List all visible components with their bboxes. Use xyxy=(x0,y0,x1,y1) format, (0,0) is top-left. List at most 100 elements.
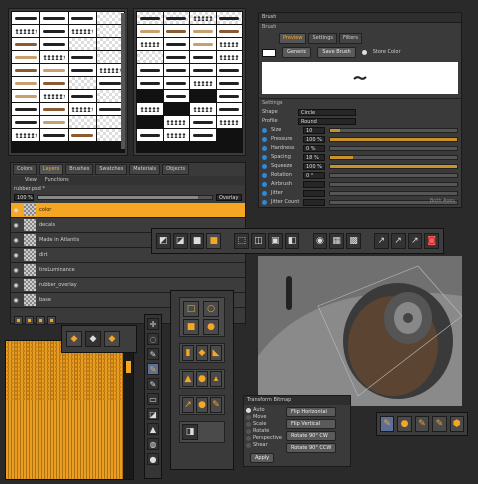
brush-thumb[interactable] xyxy=(137,129,163,141)
brush-thumb[interactable] xyxy=(163,77,189,89)
brush-thumb[interactable] xyxy=(137,103,163,115)
brush-thumb[interactable] xyxy=(12,77,40,89)
brush-thumb[interactable] xyxy=(96,129,124,141)
color-swatch[interactable] xyxy=(262,48,276,57)
param-value[interactable]: 100 % xyxy=(303,136,325,143)
brush-thumb[interactable] xyxy=(163,116,189,128)
blur-icon[interactable]: ● xyxy=(196,397,208,413)
viewport-3d[interactable] xyxy=(258,256,462,406)
param-toggle-icon[interactable] xyxy=(262,137,267,142)
rotate-ccw-button[interactable]: Rotate 90° CCW xyxy=(286,443,337,453)
smudge-icon[interactable]: ↗ xyxy=(373,233,389,249)
sharpen-icon[interactable]: ✎ xyxy=(210,397,222,413)
paint-brush-icon[interactable]: ✎ xyxy=(380,416,395,432)
stamp-icon[interactable]: ▲ xyxy=(147,423,159,435)
brush-thumb[interactable] xyxy=(68,103,96,115)
brush-thumb[interactable] xyxy=(40,129,68,141)
param-toggle-icon[interactable] xyxy=(262,155,267,160)
param-toggle-icon[interactable] xyxy=(262,191,267,196)
brush-thumb[interactable] xyxy=(137,38,163,50)
blend-mode-select[interactable]: Overlay xyxy=(216,194,242,201)
brush-thumb[interactable] xyxy=(40,12,68,24)
eye-icon[interactable]: ◉ xyxy=(11,267,21,274)
brush-thumb[interactable] xyxy=(190,90,216,102)
brush-thumb[interactable] xyxy=(40,38,68,50)
drop-icon[interactable]: ● xyxy=(147,453,159,465)
eraser-icon[interactable]: ▭ xyxy=(147,393,159,405)
tab-settings[interactable]: Settings xyxy=(308,33,337,44)
brush-thumb[interactable] xyxy=(40,64,68,76)
param-toggle-icon[interactable] xyxy=(262,164,267,169)
circle-shape-icon[interactable]: ○ xyxy=(203,301,219,317)
smudge-icon[interactable]: ↗ xyxy=(182,397,194,413)
brush-thumb[interactable] xyxy=(68,25,96,37)
param-slider[interactable] xyxy=(329,173,458,178)
brush-thumb[interactable] xyxy=(137,90,163,102)
gradient-angle-icon[interactable]: ◣ xyxy=(210,345,222,361)
cube-icon[interactable]: ◆ xyxy=(85,331,101,347)
fill-tool-icon[interactable]: ■ xyxy=(189,233,205,249)
brush-thumb[interactable] xyxy=(190,77,216,89)
eye-icon[interactable]: ◉ xyxy=(11,282,21,289)
brush-thumb[interactable] xyxy=(190,25,216,37)
brush-thumb[interactable] xyxy=(68,129,96,141)
param-toggle-icon[interactable] xyxy=(262,128,267,133)
shape-select[interactable]: Circle xyxy=(298,109,356,116)
radio-icon[interactable] xyxy=(246,415,251,420)
tab-preview[interactable]: Preview xyxy=(279,33,307,44)
param-value[interactable]: 18 % xyxy=(303,154,325,161)
cube-icon[interactable]: ◆ xyxy=(104,331,120,347)
tab-colors[interactable]: Colors xyxy=(13,164,37,175)
menu-functions[interactable]: Functions xyxy=(45,177,69,184)
brush-thumb[interactable] xyxy=(137,25,163,37)
save-brush-button[interactable]: Save Brush xyxy=(317,47,356,58)
brush-thumb[interactable] xyxy=(137,64,163,76)
brush-thumb[interactable] xyxy=(216,64,242,76)
brush-thumb[interactable] xyxy=(40,77,68,89)
brush-thumbnail-grid[interactable] xyxy=(11,11,125,153)
param-slider[interactable] xyxy=(329,128,458,133)
brush-thumb[interactable] xyxy=(12,25,40,37)
brush-thumb[interactable] xyxy=(163,64,189,76)
param-slider[interactable] xyxy=(329,191,458,196)
brush-thumb[interactable] xyxy=(137,12,163,24)
transform-option[interactable]: Perspective xyxy=(246,435,286,442)
brush-thumb[interactable] xyxy=(12,64,40,76)
smudge-tool-icon[interactable]: ◍ xyxy=(147,438,159,450)
transform-option[interactable]: Move xyxy=(246,414,286,421)
paint-brush-icon[interactable]: ✎ xyxy=(147,363,159,375)
opacity-field[interactable]: 100 % xyxy=(14,194,34,201)
brush-thumb[interactable] xyxy=(12,90,40,102)
param-value[interactable] xyxy=(303,181,325,188)
radio-icon[interactable] xyxy=(246,436,251,441)
brush-thumb[interactable] xyxy=(96,25,124,37)
apply-button[interactable]: Apply xyxy=(250,453,275,463)
param-toggle-icon[interactable] xyxy=(262,173,267,178)
brush-thumb[interactable] xyxy=(96,103,124,115)
brush-thumb[interactable] xyxy=(68,64,96,76)
clone-icon[interactable]: ↗ xyxy=(390,233,406,249)
brush-thumb[interactable] xyxy=(216,12,242,24)
param-slider[interactable] xyxy=(329,164,458,169)
tab-brushes[interactable]: Brushes xyxy=(65,164,94,175)
bucket-icon[interactable]: ◪ xyxy=(147,408,159,420)
brush-thumb[interactable] xyxy=(40,90,68,102)
brush-thumb[interactable] xyxy=(12,12,40,24)
layer-row[interactable]: ◉ tireLuminance xyxy=(11,263,245,278)
profile-select[interactable]: Round xyxy=(298,118,356,125)
store-color-radio[interactable] xyxy=(361,50,367,55)
rect-shape-icon[interactable]: □ xyxy=(183,301,199,317)
brush-thumb[interactable] xyxy=(216,129,242,141)
param-toggle-icon[interactable] xyxy=(262,200,267,205)
brush-thumb[interactable] xyxy=(12,38,40,50)
brush-thumb[interactable] xyxy=(40,116,68,128)
transform-option[interactable]: Auto xyxy=(246,407,286,414)
param-toggle-icon[interactable] xyxy=(262,146,267,151)
param-value[interactable] xyxy=(303,190,325,197)
tab-filters[interactable]: Filters xyxy=(338,33,362,44)
brush-thumb[interactable] xyxy=(190,116,216,128)
brush-thumb[interactable] xyxy=(216,77,242,89)
mask-icon[interactable]: ▪ xyxy=(36,316,45,325)
magnify-icon[interactable]: ◉ xyxy=(312,233,328,249)
brush-thumb[interactable] xyxy=(163,12,189,24)
